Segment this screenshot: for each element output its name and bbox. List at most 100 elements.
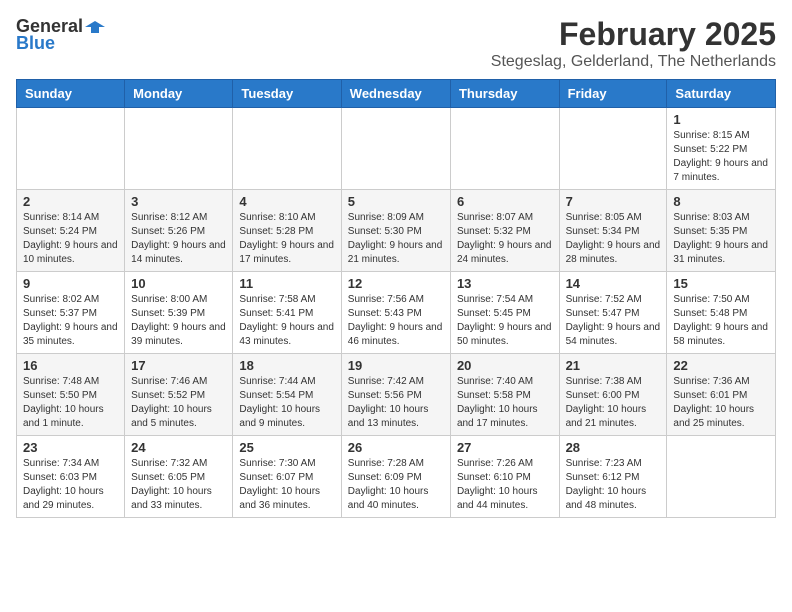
calendar-cell: 5 Sunrise: 8:09 AM Sunset: 5:30 PM Daylig… (341, 190, 450, 272)
calendar-cell: 13 Sunrise: 7:54 AM Sunset: 5:45 PM Dayli… (450, 272, 559, 354)
day-number: 21 (566, 358, 661, 373)
calendar-cell: 26 Sunrise: 7:28 AM Sunset: 6:09 PM Dayli… (341, 436, 450, 518)
calendar-week-row: 23 Sunrise: 7:34 AM Sunset: 6:03 PM Dayli… (17, 436, 776, 518)
logo-bird-icon (85, 19, 105, 35)
calendar-cell: 9Sunrise: 8:02 AM Sunset: 5:37 PM Daylig… (17, 272, 125, 354)
calendar-header-row: SundayMondayTuesdayWednesdayThursdayFrid… (17, 80, 776, 108)
calendar-cell: 16 Sunrise: 7:48 AM Sunset: 5:50 PM Dayli… (17, 354, 125, 436)
day-info: Sunrise: 7:38 AM Sunset: 6:00 PM Dayligh… (566, 375, 661, 431)
day-info: Sunrise: 7:34 AM Sunset: 6:03 PM Dayligh… (23, 457, 118, 513)
calendar-cell (667, 436, 776, 518)
day-number: 22 (673, 358, 769, 373)
calendar-cell: 11Sunrise: 7:58 AM Sunset: 5:41 PM Dayli… (233, 272, 341, 354)
calendar-cell: 6 Sunrise: 8:07 AM Sunset: 5:32 PM Daylig… (450, 190, 559, 272)
calendar-cell: 15 Sunrise: 7:50 AM Sunset: 5:48 PM Dayli… (667, 272, 776, 354)
day-number: 7 (566, 194, 661, 209)
calendar-cell (450, 108, 559, 190)
day-number: 23 (23, 440, 118, 455)
day-number: 17 (131, 358, 226, 373)
day-number: 19 (348, 358, 444, 373)
day-info: Sunrise: 8:09 AM Sunset: 5:30 PM Dayligh… (348, 211, 444, 267)
calendar-cell: 17 Sunrise: 7:46 AM Sunset: 5:52 PM Dayli… (125, 354, 233, 436)
day-number: 15 (673, 276, 769, 291)
calendar-cell: 14Sunrise: 7:52 AM Sunset: 5:47 PM Dayli… (559, 272, 667, 354)
day-info: Sunrise: 7:30 AM Sunset: 6:07 PM Dayligh… (239, 457, 334, 513)
day-info: Sunrise: 7:56 AM Sunset: 5:43 PM Dayligh… (348, 293, 444, 349)
day-info: Sunrise: 7:26 AM Sunset: 6:10 PM Dayligh… (457, 457, 553, 513)
calendar-week-row: 16 Sunrise: 7:48 AM Sunset: 5:50 PM Dayli… (17, 354, 776, 436)
day-number: 24 (131, 440, 226, 455)
column-header-saturday: Saturday (667, 80, 776, 108)
calendar-cell: 28Sunrise: 7:23 AM Sunset: 6:12 PM Dayli… (559, 436, 667, 518)
day-info: Sunrise: 7:28 AM Sunset: 6:09 PM Dayligh… (348, 457, 444, 513)
calendar-week-row: 2Sunrise: 8:14 AM Sunset: 5:24 PM Daylig… (17, 190, 776, 272)
day-number: 16 (23, 358, 118, 373)
day-number: 10 (131, 276, 226, 291)
day-number: 20 (457, 358, 553, 373)
day-number: 27 (457, 440, 553, 455)
calendar-cell: 10 Sunrise: 8:00 AM Sunset: 5:39 PM Dayli… (125, 272, 233, 354)
day-info: Sunrise: 7:46 AM Sunset: 5:52 PM Dayligh… (131, 375, 226, 431)
day-number: 26 (348, 440, 444, 455)
calendar-cell: 21 Sunrise: 7:38 AM Sunset: 6:00 PM Dayli… (559, 354, 667, 436)
day-info: Sunrise: 7:58 AM Sunset: 5:41 PM Dayligh… (239, 293, 334, 349)
day-number: 18 (239, 358, 334, 373)
day-info: Sunrise: 7:36 AM Sunset: 6:01 PM Dayligh… (673, 375, 769, 431)
calendar-cell: 19Sunrise: 7:42 AM Sunset: 5:56 PM Dayli… (341, 354, 450, 436)
day-number: 8 (673, 194, 769, 209)
day-info: Sunrise: 8:07 AM Sunset: 5:32 PM Dayligh… (457, 211, 553, 267)
column-header-tuesday: Tuesday (233, 80, 341, 108)
day-info: Sunrise: 7:50 AM Sunset: 5:48 PM Dayligh… (673, 293, 769, 349)
logo-blue: Blue (16, 33, 55, 54)
calendar-cell: 23 Sunrise: 7:34 AM Sunset: 6:03 PM Dayli… (17, 436, 125, 518)
day-info: Sunrise: 8:14 AM Sunset: 5:24 PM Dayligh… (23, 211, 118, 267)
day-info: Sunrise: 7:44 AM Sunset: 5:54 PM Dayligh… (239, 375, 334, 431)
day-info: Sunrise: 7:54 AM Sunset: 5:45 PM Dayligh… (457, 293, 553, 349)
calendar-cell (233, 108, 341, 190)
column-header-sunday: Sunday (17, 80, 125, 108)
column-header-thursday: Thursday (450, 80, 559, 108)
calendar-cell: 12 Sunrise: 7:56 AM Sunset: 5:43 PM Dayli… (341, 272, 450, 354)
month-title: February 2025 (491, 16, 776, 53)
title-area: February 2025 Stegeslag, Gelderland, The… (491, 16, 776, 71)
day-info: Sunrise: 8:03 AM Sunset: 5:35 PM Dayligh… (673, 211, 769, 267)
day-info: Sunrise: 8:02 AM Sunset: 5:37 PM Dayligh… (23, 293, 118, 349)
calendar-cell: 4 Sunrise: 8:10 AM Sunset: 5:28 PM Daylig… (233, 190, 341, 272)
day-info: Sunrise: 8:12 AM Sunset: 5:26 PM Dayligh… (131, 211, 226, 267)
column-header-friday: Friday (559, 80, 667, 108)
day-number: 12 (348, 276, 444, 291)
calendar-cell: 27 Sunrise: 7:26 AM Sunset: 6:10 PM Dayli… (450, 436, 559, 518)
calendar-cell: 18 Sunrise: 7:44 AM Sunset: 5:54 PM Dayli… (233, 354, 341, 436)
day-number: 28 (566, 440, 661, 455)
location-title: Stegeslag, Gelderland, The Netherlands (491, 53, 776, 71)
day-info: Sunrise: 8:05 AM Sunset: 5:34 PM Dayligh… (566, 211, 661, 267)
day-info: Sunrise: 8:15 AM Sunset: 5:22 PM Dayligh… (673, 129, 769, 185)
calendar-cell (559, 108, 667, 190)
logo: General Blue (16, 16, 105, 54)
calendar-cell: 1 Sunrise: 8:15 AM Sunset: 5:22 PM Daylig… (667, 108, 776, 190)
day-number: 13 (457, 276, 553, 291)
calendar-cell (17, 108, 125, 190)
day-info: Sunrise: 8:10 AM Sunset: 5:28 PM Dayligh… (239, 211, 334, 267)
day-info: Sunrise: 7:48 AM Sunset: 5:50 PM Dayligh… (23, 375, 118, 431)
calendar-cell (341, 108, 450, 190)
day-info: Sunrise: 7:40 AM Sunset: 5:58 PM Dayligh… (457, 375, 553, 431)
calendar-cell: 24 Sunrise: 7:32 AM Sunset: 6:05 PM Dayli… (125, 436, 233, 518)
day-info: Sunrise: 7:32 AM Sunset: 6:05 PM Dayligh… (131, 457, 226, 513)
day-number: 14 (566, 276, 661, 291)
day-number: 6 (457, 194, 553, 209)
calendar-cell: 8 Sunrise: 8:03 AM Sunset: 5:35 PM Daylig… (667, 190, 776, 272)
calendar-cell: 7 Sunrise: 8:05 AM Sunset: 5:34 PM Daylig… (559, 190, 667, 272)
calendar-cell (125, 108, 233, 190)
column-header-monday: Monday (125, 80, 233, 108)
day-number: 4 (239, 194, 334, 209)
calendar-week-row: 9Sunrise: 8:02 AM Sunset: 5:37 PM Daylig… (17, 272, 776, 354)
day-number: 1 (673, 112, 769, 127)
day-number: 5 (348, 194, 444, 209)
calendar-week-row: 1 Sunrise: 8:15 AM Sunset: 5:22 PM Daylig… (17, 108, 776, 190)
calendar-table: SundayMondayTuesdayWednesdayThursdayFrid… (16, 79, 776, 518)
calendar-cell: 20 Sunrise: 7:40 AM Sunset: 5:58 PM Dayli… (450, 354, 559, 436)
day-info: Sunrise: 8:00 AM Sunset: 5:39 PM Dayligh… (131, 293, 226, 349)
calendar-cell: 25 Sunrise: 7:30 AM Sunset: 6:07 PM Dayli… (233, 436, 341, 518)
day-number: 25 (239, 440, 334, 455)
